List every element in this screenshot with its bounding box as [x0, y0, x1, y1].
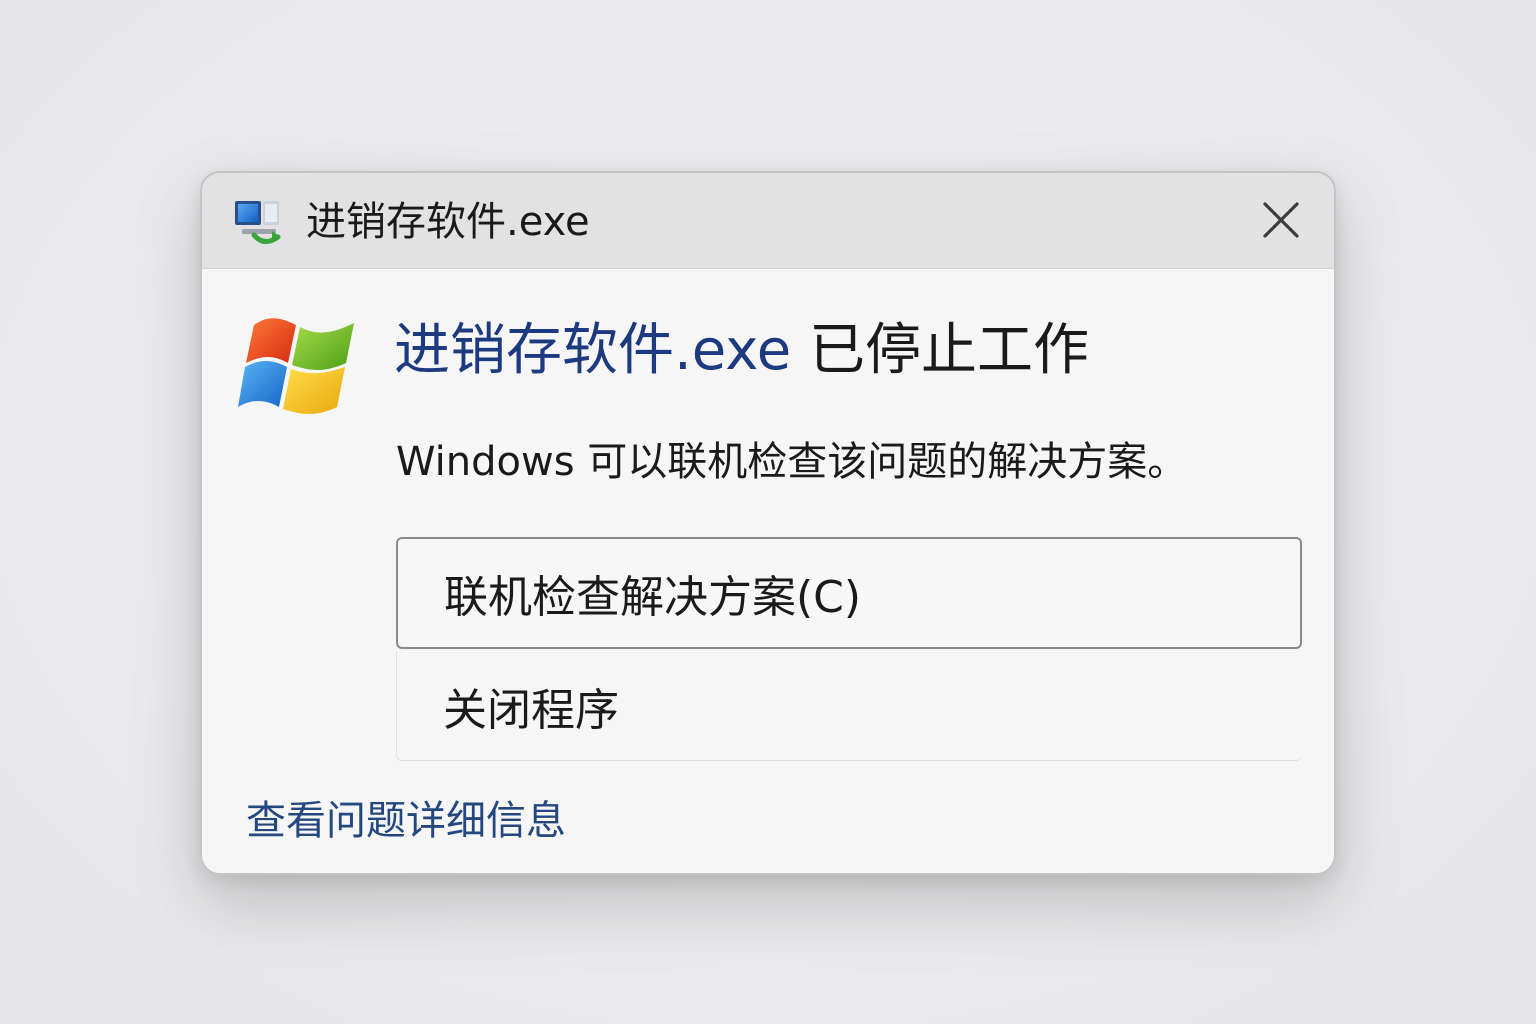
windows-flag-logo — [236, 311, 360, 425]
window-title: 进销存软件.exe — [306, 199, 590, 245]
close-button[interactable] — [1256, 195, 1306, 245]
close-program-label: 关闭程序 — [443, 684, 619, 736]
view-details-link[interactable]: 查看问题详细信息 — [246, 793, 566, 849]
check-online-label: 联机检查解决方案(C) — [444, 572, 862, 623]
error-description: Windows 可以联机检查该问题的解决方案。 — [396, 439, 1188, 485]
error-dialog: 进销存软件.exe 进销存软件.exe 已停止工作 Windows 可以联机检查… — [200, 171, 1336, 875]
headline-stopped-text: 已停止工作 — [791, 318, 1089, 383]
headline-app-name: 进销存软件.exe — [394, 318, 792, 383]
close-program-button[interactable]: 关闭程序 — [396, 651, 1302, 761]
close-icon — [1263, 202, 1299, 238]
check-online-button[interactable]: 联机检查解决方案(C) — [396, 537, 1302, 649]
title-bar[interactable]: 进销存软件.exe — [202, 173, 1334, 269]
error-headline: 进销存软件.exe 已停止工作 — [394, 315, 1089, 387]
desktop-background: 进销存软件.exe 进销存软件.exe 已停止工作 Windows 可以联机检查… — [0, 0, 1536, 1024]
monitor-refresh-icon — [232, 195, 288, 249]
